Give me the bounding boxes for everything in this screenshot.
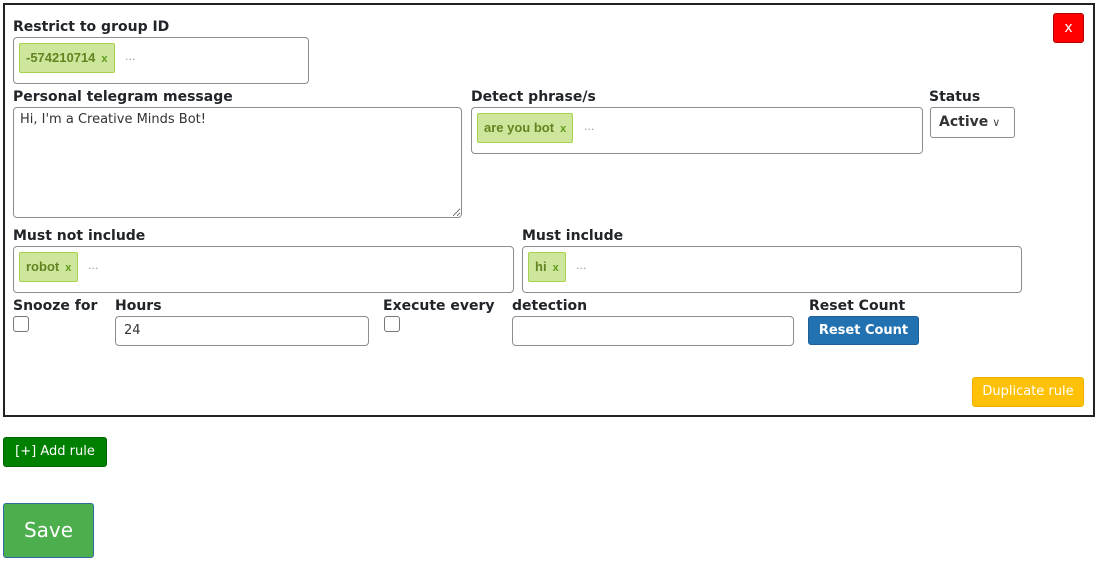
save-button[interactable]: Save (3, 503, 94, 558)
tag: robot x (19, 252, 79, 282)
detect-phrase-label: Detect phrase/s (471, 89, 596, 105)
execute-every-checkbox[interactable] (384, 316, 400, 332)
status-selected: Active (939, 114, 989, 130)
remove-tag-icon[interactable]: x (560, 123, 566, 135)
tag-input-placeholder[interactable]: ... (584, 120, 595, 133)
hours-input[interactable]: 24 (115, 316, 369, 346)
tag-input-placeholder[interactable]: ... (576, 259, 587, 272)
tag-text: robot (26, 259, 60, 274)
tag-input-placeholder[interactable]: ... (88, 259, 99, 272)
add-rule-button[interactable]: [+] Add rule (3, 437, 107, 467)
tag-text: are you bot (484, 120, 555, 135)
rule-card: x Restrict to group ID -574210714 x ... P… (3, 3, 1095, 417)
remove-tag-icon[interactable]: x (101, 53, 107, 65)
must-not-include-tag-input[interactable]: robot x ... (13, 246, 514, 293)
message-label: Personal telegram message (13, 89, 233, 105)
status-select[interactable]: Active ∨ (930, 107, 1015, 138)
must-include-tag-input[interactable]: hi x ... (522, 246, 1022, 293)
tag: hi x (528, 252, 566, 282)
tag: are you bot x (477, 113, 574, 143)
detection-input[interactable] (512, 316, 794, 346)
reset-count-label: Reset Count (809, 298, 906, 314)
group-id-tag-input[interactable]: -574210714 x ... (13, 37, 309, 84)
snooze-label: Snooze for (13, 298, 98, 314)
close-rule-button[interactable]: x (1053, 13, 1084, 43)
remove-tag-icon[interactable]: x (65, 262, 71, 274)
tag: -574210714 x (19, 43, 115, 73)
must-include-label: Must include (522, 228, 624, 244)
duplicate-rule-button[interactable]: Duplicate rule (972, 377, 1084, 407)
status-label: Status (929, 89, 981, 105)
hours-label: Hours (115, 298, 162, 314)
tag-input-placeholder[interactable]: ... (125, 50, 136, 63)
group-id-label: Restrict to group ID (13, 19, 170, 35)
tag-text: -574210714 (26, 50, 96, 65)
remove-tag-icon[interactable]: x (553, 262, 559, 274)
reset-count-button[interactable]: Reset Count (808, 316, 919, 345)
execute-every-label: Execute every (383, 298, 495, 314)
detection-label: detection (512, 298, 588, 314)
detect-phrase-tag-input[interactable]: are you bot x ... (471, 107, 923, 154)
message-textarea[interactable]: Hi, I'm a Creative Minds Bot! (13, 107, 462, 218)
snooze-checkbox[interactable] (13, 316, 29, 332)
chevron-down-icon: ∨ (992, 116, 1001, 129)
must-not-include-label: Must not include (13, 228, 146, 244)
tag-text: hi (535, 259, 547, 274)
